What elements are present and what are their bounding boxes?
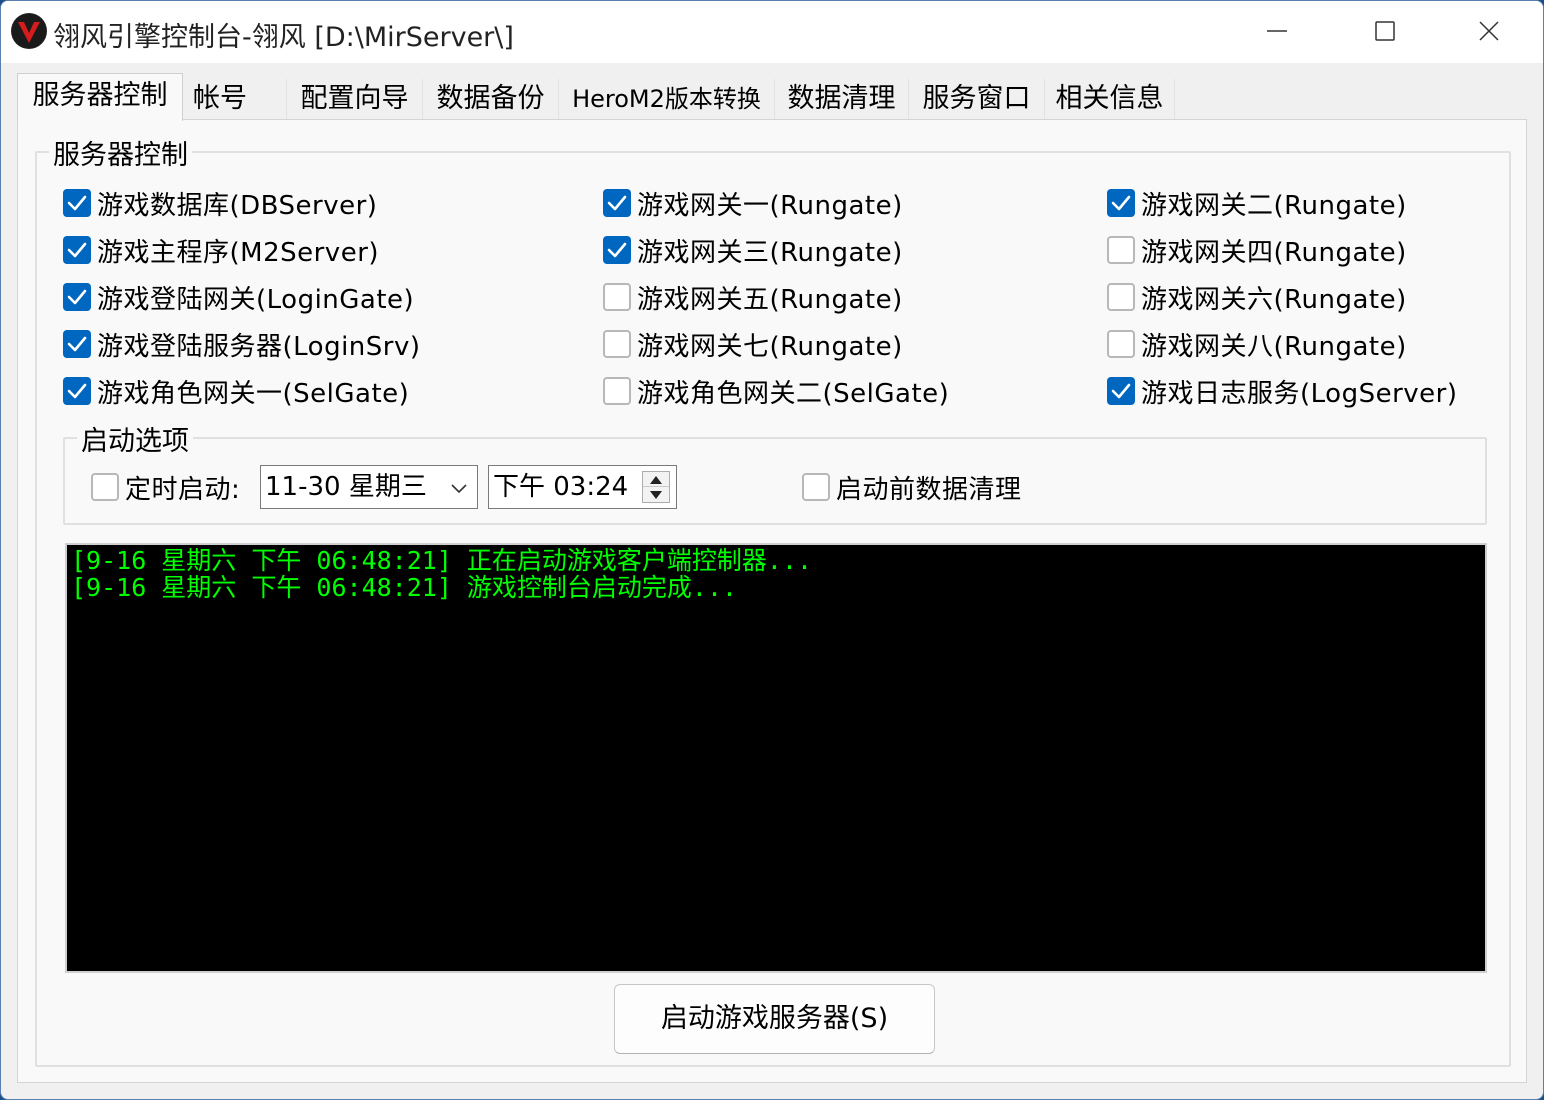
checkbox-label: 游戏角色网关一(SelGate) [97,378,410,409]
server-checkbox[interactable]: 游戏主程序(M2Server) [63,232,379,268]
timed-start-label: 定时启动: [125,474,241,505]
server-checkbox[interactable]: 游戏网关三(Rungate) [603,232,903,268]
timed-start-checkbox[interactable]: 定时启动: [91,469,240,505]
checkbox-label: 游戏网关二(Rungate) [1141,190,1407,221]
checkmark-icon [607,242,627,258]
window-title: 翎风引擎控制台-翎风 [D:\MirServer\] [53,22,514,53]
arrow-down-icon [650,491,662,499]
tab-data-cleanup[interactable]: 数据清理 [775,79,909,119]
server-checkbox[interactable]: 游戏登陆服务器(LoginSrv) [63,326,421,362]
checkmark-icon [607,195,627,211]
checkbox-box [603,189,631,217]
startup-options-group-title: 启动选项 [77,419,193,458]
app-logo-icon [11,13,47,49]
start-game-server-button[interactable]: 启动游戏服务器(S) [614,984,935,1054]
clean-before-start-checkbox[interactable]: 启动前数据清理 [802,469,1022,505]
checkbox-box [63,189,91,217]
tab-herom2-convert[interactable]: HeroM2版本转换 [559,79,775,119]
timed-start-checkbox-box [91,473,119,501]
checkbox-box [1107,236,1135,264]
minimize-button[interactable] [1249,9,1305,53]
server-checkbox[interactable]: 游戏角色网关一(SelGate) [63,373,409,409]
server-checkbox[interactable]: 游戏网关二(Rungate) [1107,185,1407,221]
checkbox-box [63,330,91,358]
minimize-icon [1267,30,1287,32]
start-date-combo[interactable]: 11-30 星期三 [260,465,478,509]
start-time-value: 下午 03:24 [493,472,629,502]
console-line: [9-16 星期六 下午 06:48:21] 正在启动游戏客户端控制器... [71,546,813,575]
spin-down-button[interactable] [643,487,669,502]
checkbox-label: 游戏网关一(Rungate) [637,190,903,221]
checkbox-label: 游戏网关七(Rungate) [637,331,903,362]
checkbox-box [603,377,631,405]
start-date-value: 11-30 星期三 [265,472,427,502]
tab-config-wizard[interactable]: 配置向导 [287,79,423,119]
checkbox-label: 游戏网关八(Rungate) [1141,331,1407,362]
server-checkbox[interactable]: 游戏网关五(Rungate) [603,279,903,315]
checkmark-icon [67,336,87,352]
checkmark-icon [1111,195,1131,211]
checkbox-label: 游戏网关六(Rungate) [1141,284,1407,315]
checkbox-box [63,377,91,405]
server-checkbox[interactable]: 游戏登陆网关(LoginGate) [63,279,414,315]
tab-related-info[interactable]: 相关信息 [1045,79,1175,119]
main-window: 翎风引擎控制台-翎风 [D:\MirServer\] 服务器控制 帐号 配置向导… [0,0,1544,1100]
server-checkbox[interactable]: 游戏网关一(Rungate) [603,185,903,221]
close-button[interactable] [1461,9,1517,53]
server-checkbox[interactable]: 游戏数据库(DBServer) [63,185,377,221]
log-console[interactable]: [9-16 星期六 下午 06:48:21] 正在启动游戏客户端控制器... [… [65,543,1487,973]
maximize-icon [1375,21,1395,41]
checkmark-icon [67,195,87,211]
checkbox-label: 游戏角色网关二(SelGate) [637,378,950,409]
maximize-button[interactable] [1357,9,1413,53]
server-checkbox[interactable]: 游戏日志服务(LogServer) [1107,373,1458,409]
clean-before-start-label: 启动前数据清理 [836,474,1022,505]
title-bar[interactable]: 翎风引擎控制台-翎风 [D:\MirServer\] [1,1,1543,63]
checkbox-label: 游戏网关三(Rungate) [637,237,903,268]
checkbox-box [603,330,631,358]
server-control-group-title: 服务器控制 [49,133,192,172]
server-checkbox[interactable]: 游戏网关八(Rungate) [1107,326,1407,362]
checkmark-icon [1111,383,1131,399]
checkbox-label: 游戏登陆网关(LoginGate) [97,284,415,315]
checkbox-label: 游戏主程序(M2Server) [97,237,380,268]
checkbox-box [1107,377,1135,405]
checkbox-box [63,236,91,264]
checkmark-icon [67,289,87,305]
checkbox-box [1107,283,1135,311]
time-spinner[interactable] [642,471,670,503]
checkbox-label: 游戏网关五(Rungate) [637,284,903,315]
checkbox-box [1107,330,1135,358]
checkbox-label: 游戏数据库(DBServer) [97,190,378,221]
start-time-picker[interactable]: 下午 03:24 [488,465,677,509]
tab-service-window[interactable]: 服务窗口 [909,79,1045,119]
tab-server-control[interactable]: 服务器控制 [17,73,183,121]
arrow-up-icon [650,476,662,484]
chevron-down-icon [451,484,467,494]
checkbox-box [1107,189,1135,217]
checkbox-box [603,283,631,311]
server-checkbox[interactable]: 游戏网关六(Rungate) [1107,279,1407,315]
clean-before-start-checkbox-box [802,473,830,501]
checkbox-box [603,236,631,264]
console-line: [9-16 星期六 下午 06:48:21] 游戏控制台启动完成... [71,573,738,602]
server-checkbox[interactable]: 游戏网关四(Rungate) [1107,232,1407,268]
tab-data-backup[interactable]: 数据备份 [423,79,559,119]
spin-up-button[interactable] [643,472,669,487]
server-checkbox[interactable]: 游戏网关七(Rungate) [603,326,903,362]
server-checkbox[interactable]: 游戏角色网关二(SelGate) [603,373,949,409]
checkbox-label: 游戏登陆服务器(LoginSrv) [97,331,421,362]
checkbox-box [63,283,91,311]
checkmark-icon [67,242,87,258]
checkbox-label: 游戏网关四(Rungate) [1141,237,1407,268]
close-icon [1479,21,1499,41]
checkmark-icon [67,383,87,399]
checkbox-label: 游戏日志服务(LogServer) [1141,378,1458,409]
tab-account[interactable]: 帐号 [183,79,287,119]
